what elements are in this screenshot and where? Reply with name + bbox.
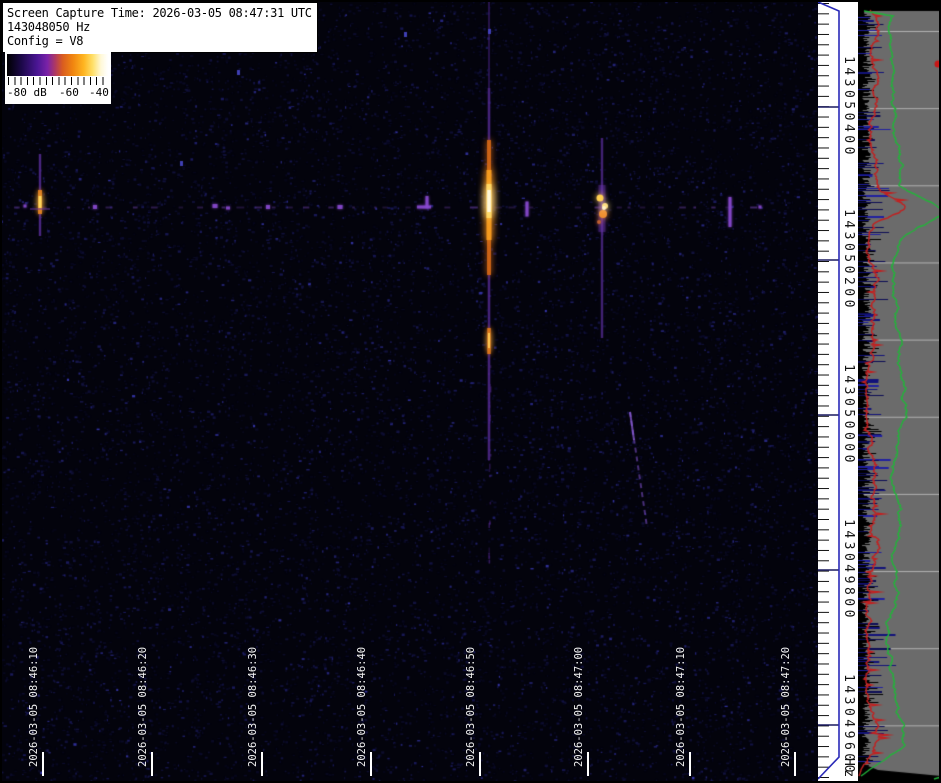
colorbar-ticks: [8, 77, 108, 85]
capture-time-line: Screen Capture Time: 2026-03-05 08:47:31…: [7, 6, 312, 20]
time-label: 2026-03-05 08:46:30: [247, 646, 259, 767]
time-label: 2026-03-05 08:46:40: [356, 646, 368, 767]
frequency-label: 143050200: [841, 209, 856, 311]
time-tick: [151, 752, 153, 776]
time-label: 2026-03-05 08:46:10: [28, 646, 40, 767]
colorbar-legend: -80 dB -60 -40: [5, 52, 111, 104]
colorbar-label-60db: -60: [59, 86, 79, 99]
frequency-label: 143050000: [841, 364, 856, 466]
time-tick: [689, 752, 691, 776]
config-label: Config = V8: [7, 34, 84, 48]
time-label: 2026-03-05 08:46:50: [465, 646, 477, 767]
time-label: 2026-03-05 08:47:20: [780, 646, 792, 767]
capture-time-value: 2026-03-05 08:47:31 UTC: [152, 6, 312, 20]
time-tick: [42, 752, 44, 776]
spectrum-capture-window: 2026-03-05 08:46:10 2026-03-05 08:46:20 20…: [0, 0, 941, 783]
frame-top: [0, 0, 941, 2]
frequency-label: 143050400: [841, 56, 856, 158]
time-tick: [261, 752, 263, 776]
time-tick: [479, 752, 481, 776]
frequency-unit-label: Hz: [841, 758, 856, 781]
time-tick: [370, 752, 372, 776]
colorbar-label-40db: -40: [89, 86, 109, 99]
waterfall-spectrogram-canvas: [0, 0, 818, 783]
spectrum-side-panel-canvas: [858, 0, 941, 783]
colorbar-gradient: [7, 54, 108, 76]
time-label: 2026-03-05 08:47:00: [573, 646, 585, 767]
time-tick: [587, 752, 589, 776]
colorbar-label-80db: -80 dB: [7, 86, 47, 99]
capture-time-label: Screen Capture Time:: [7, 6, 146, 20]
frequency-label: 143049800: [841, 519, 856, 621]
colorbar-labels: -80 dB -60 -40: [5, 86, 111, 102]
time-label: 2026-03-05 08:46:20: [137, 646, 149, 767]
time-label: 2026-03-05 08:47:10: [675, 646, 687, 767]
frame-left: [0, 0, 2, 783]
receiver-frequency: 143048050 Hz: [7, 20, 91, 34]
capture-info-box: Screen Capture Time: 2026-03-05 08:47:31…: [2, 2, 318, 53]
time-tick: [794, 752, 796, 776]
frequency-ruler: 143050400 143050200 143050000 143049800 1430…: [818, 0, 858, 783]
